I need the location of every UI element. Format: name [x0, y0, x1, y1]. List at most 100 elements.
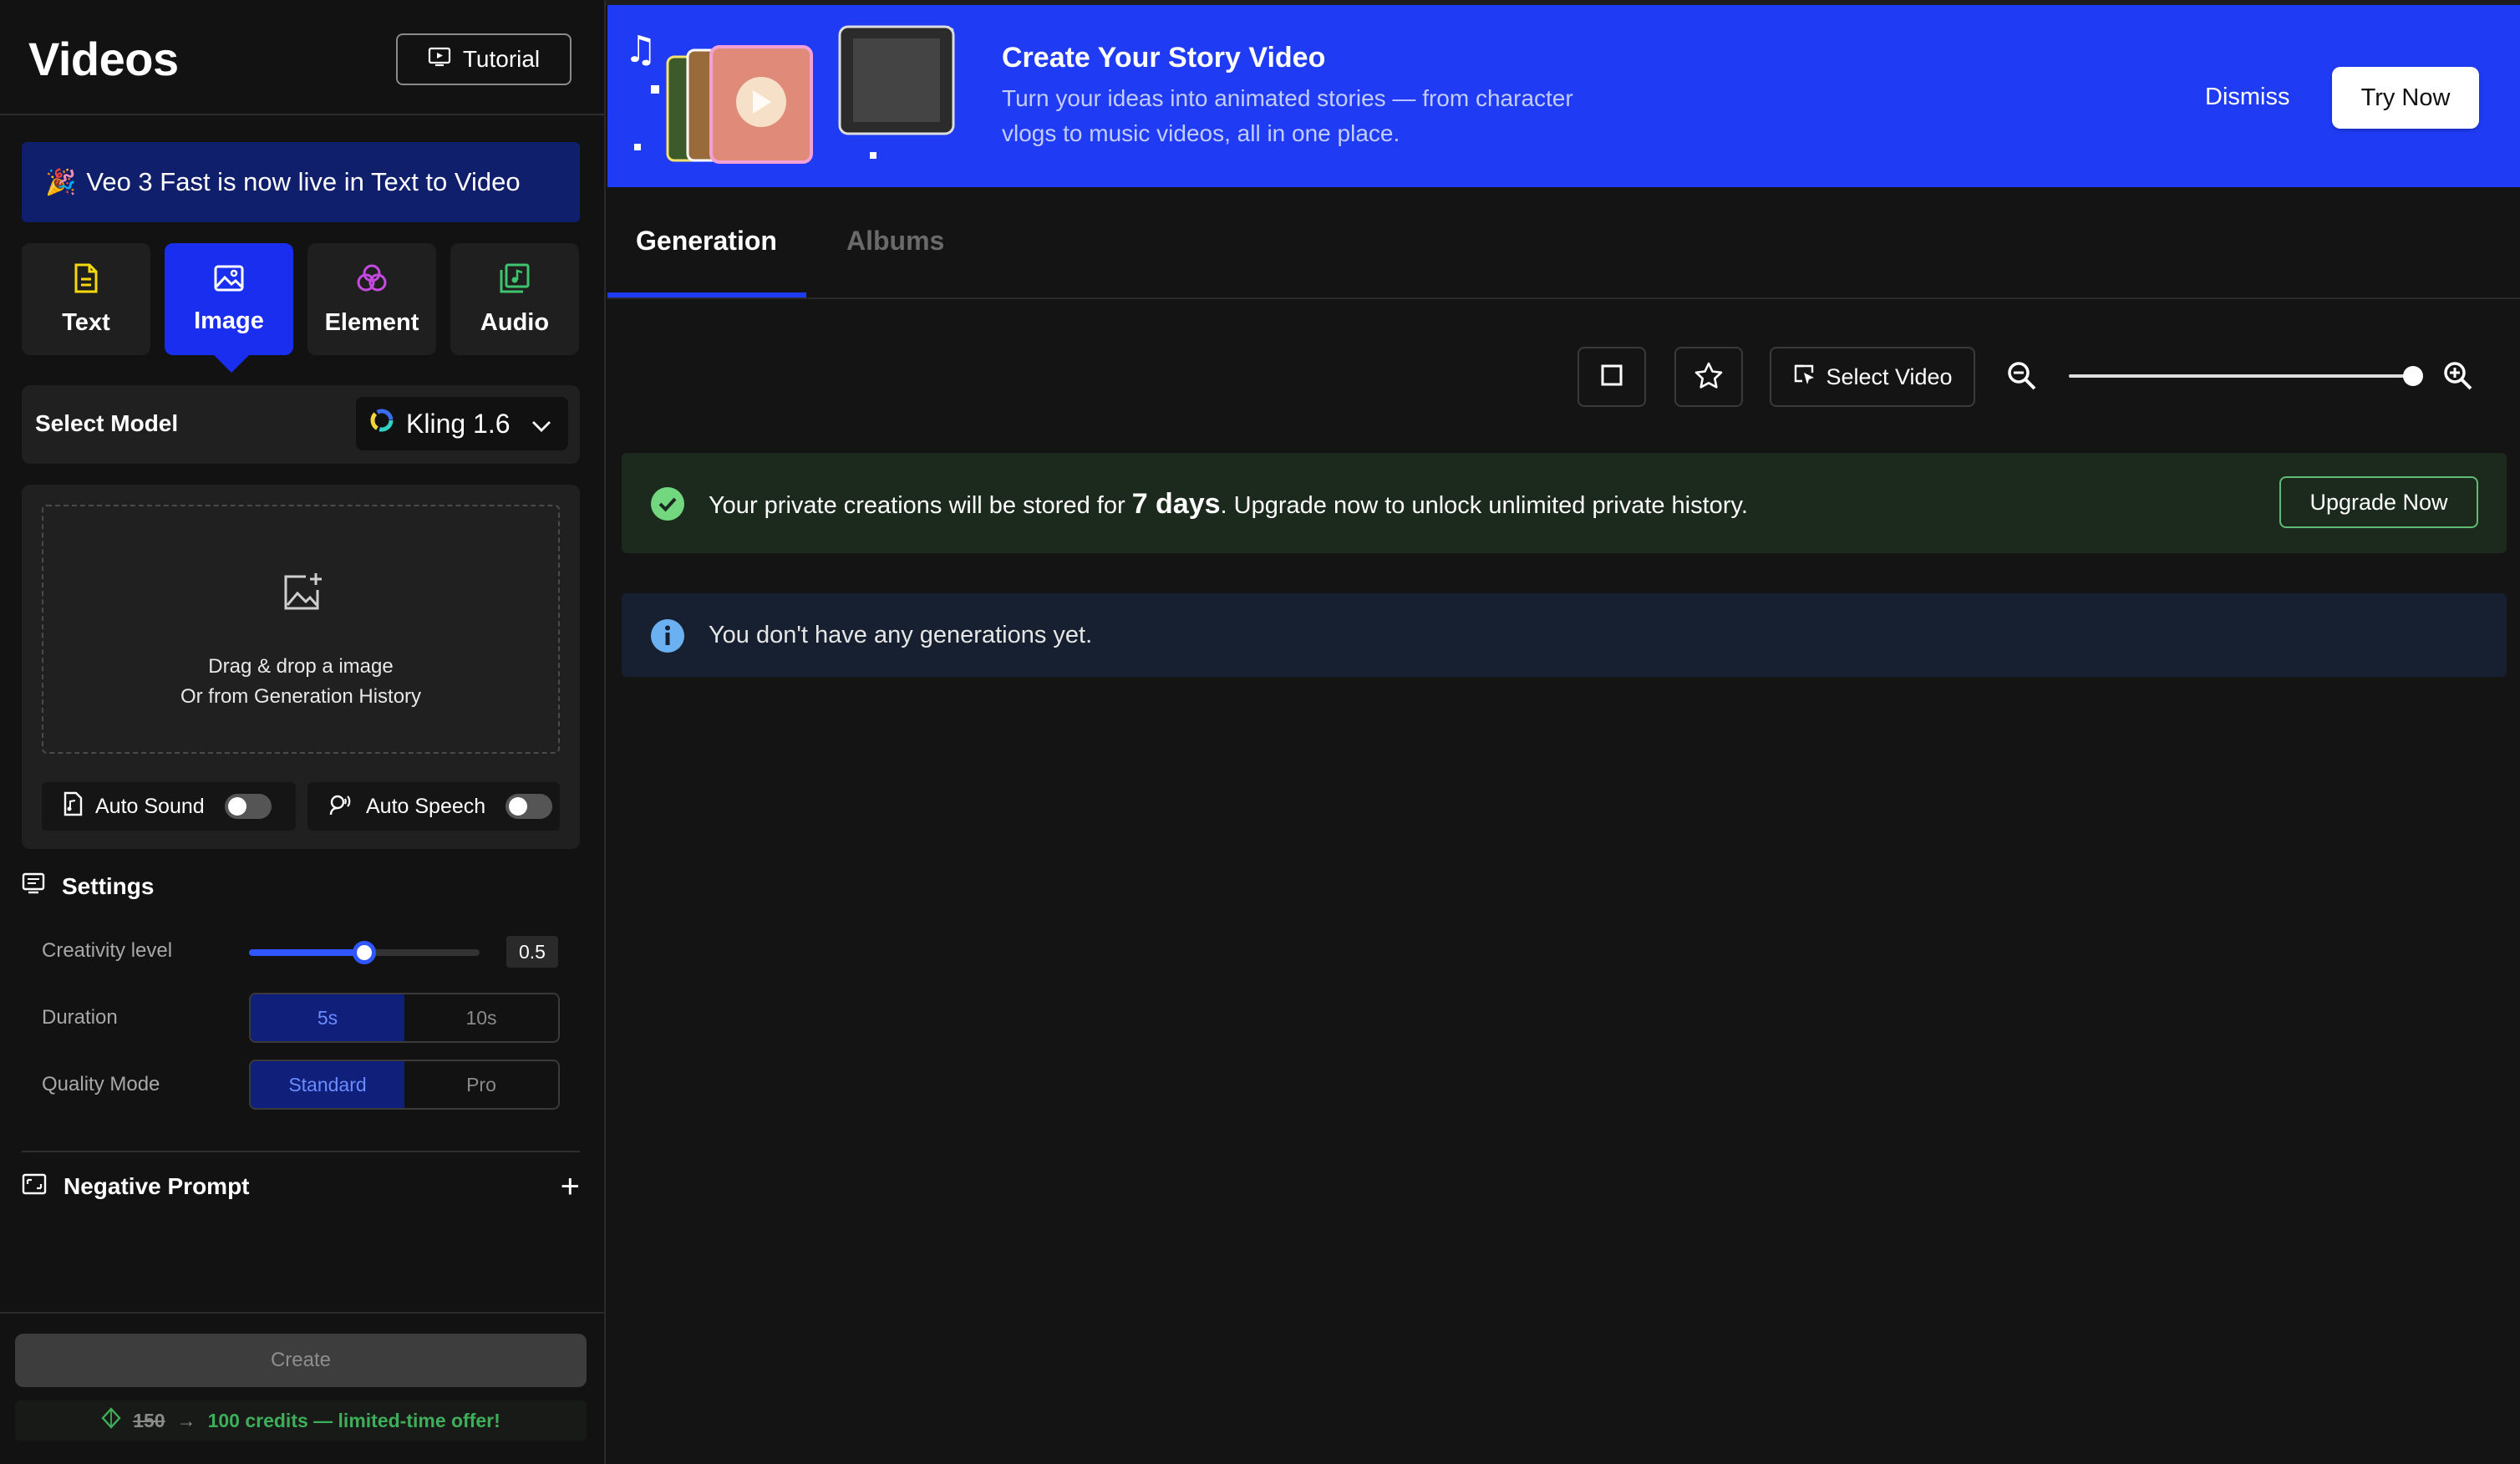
banner-title: Create Your Story Video: [1002, 42, 1326, 74]
star-icon: [1694, 361, 1724, 394]
creativity-label: Creativity level: [42, 939, 173, 962]
duration-label: Duration: [42, 1006, 118, 1029]
page-title: Videos: [28, 33, 179, 85]
storage-message-post: . Upgrade now to unlock unlimited privat…: [1220, 492, 1748, 519]
banner-subtitle-line2: vlogs to music videos, all in one place.: [1002, 120, 1400, 146]
image-upload-card: Drag & drop a image Or from Generation H…: [22, 485, 580, 849]
auto-speech-switch[interactable]: [506, 794, 553, 819]
content-tabs: Generation Albums: [607, 187, 2520, 299]
mode-label: Text: [62, 308, 110, 336]
play-screen-icon: [428, 46, 451, 73]
select-video-label: Select Video: [1826, 363, 1953, 389]
auto-sound-switch[interactable]: [224, 794, 272, 819]
banner-subtitle-line1: Turn your ideas into animated stories — …: [1002, 85, 1573, 111]
speech-icon: [328, 791, 354, 822]
quality-option-pro[interactable]: Pro: [404, 1061, 558, 1108]
empty-state-message: You don't have any generations yet.: [709, 622, 1093, 648]
zoom-in-icon[interactable]: [2441, 359, 2475, 397]
arrow-right-icon: →: [176, 1409, 196, 1431]
check-circle-icon: [650, 486, 685, 526]
mode-label: Image: [194, 307, 264, 334]
select-video-button[interactable]: Select Video: [1770, 347, 1975, 407]
sidebar: Videos Tutorial 🎉 Veo 3 Fast is now live…: [0, 0, 606, 1464]
active-mode-pointer: [213, 354, 250, 373]
quality-mode-label: Quality Mode: [42, 1073, 160, 1095]
quality-segmented: Standard Pro: [249, 1060, 560, 1110]
settings-icon: [22, 872, 45, 900]
storage-days: 7 days: [1131, 488, 1221, 520]
credits-offer: 150 → 100 credits — limited-time offer!: [15, 1400, 587, 1441]
image-dropzone[interactable]: Drag & drop a image Or from Generation H…: [42, 505, 560, 754]
negative-prompt-label: Negative Prompt: [64, 1173, 250, 1199]
storage-message: Your private creations will be stored fo…: [709, 488, 1748, 521]
auto-speech-label: Auto Speech: [366, 794, 486, 818]
select-cursor-icon: [1792, 363, 1816, 392]
quality-option-standard[interactable]: Standard: [251, 1061, 404, 1108]
mode-tabs: Text Image Element Audio: [22, 243, 580, 357]
mode-element-button[interactable]: Element: [307, 243, 436, 355]
image-icon: [213, 264, 245, 299]
add-image-icon: [281, 572, 324, 618]
tab-albums[interactable]: Albums: [846, 226, 944, 257]
tab-generation[interactable]: Generation: [636, 226, 777, 257]
party-popper-icon: 🎉: [45, 168, 77, 196]
footer-divider: [0, 1312, 604, 1314]
dropzone-line2: Or from Generation History: [180, 685, 422, 708]
zoom-slider-thumb[interactable]: [2403, 366, 2423, 386]
dismiss-button[interactable]: Dismiss: [2205, 84, 2290, 111]
announcement-banner[interactable]: 🎉 Veo 3 Fast is now live in Text to Vide…: [22, 142, 580, 222]
music-icon: [499, 262, 531, 301]
credit-gem-icon: [101, 1407, 121, 1434]
dropzone-line1: Drag & drop a image: [208, 655, 394, 678]
storage-notice: Your private creations will be stored fo…: [622, 453, 2507, 553]
kling-logo-icon: [369, 408, 394, 440]
try-now-button[interactable]: Try Now: [2332, 67, 2479, 129]
credits-old-price: 150: [133, 1409, 165, 1431]
zoom-slider[interactable]: [2069, 374, 2413, 378]
favorites-button[interactable]: [1674, 347, 1743, 407]
create-button[interactable]: Create: [15, 1334, 587, 1387]
auto-speech-toggle[interactable]: Auto Speech: [307, 782, 560, 831]
mode-text-button[interactable]: Text: [22, 243, 150, 355]
active-tab-indicator: [607, 292, 806, 297]
select-model-label: Select Model: [35, 410, 179, 436]
info-icon: [650, 618, 685, 658]
story-collage-illustration: ♫ ♪: [619, 13, 962, 180]
svg-text:♫: ♫: [624, 28, 657, 71]
square-icon: [1600, 363, 1623, 391]
creativity-slider-fill: [249, 949, 364, 956]
select-all-checkbox[interactable]: [1578, 347, 1646, 407]
mode-label: Audio: [480, 308, 550, 336]
zoom-out-icon[interactable]: [2005, 359, 2039, 397]
empty-state-notice: You don't have any generations yet.: [622, 593, 2507, 677]
sound-file-icon: [62, 791, 84, 822]
chevron-down-icon: [531, 409, 552, 440]
creativity-slider-thumb[interactable]: [353, 941, 376, 964]
plus-icon[interactable]: +: [561, 1170, 580, 1203]
negative-prompt-header[interactable]: Negative Prompt +: [22, 1167, 580, 1207]
creativity-slider[interactable]: [249, 941, 480, 964]
auto-sound-toggle[interactable]: Auto Sound: [42, 782, 296, 831]
model-selector-row: Select Model Kling 1.6: [22, 385, 580, 464]
story-video-banner: ♫ ♪ Create Your Story Video Turn your id…: [607, 5, 2520, 187]
auto-sound-label: Auto Sound: [95, 794, 205, 818]
tutorial-label: Tutorial: [462, 46, 541, 72]
model-value: Kling 1.6: [406, 408, 511, 439]
creativity-value: 0.5: [506, 936, 558, 968]
announcement-text: Veo 3 Fast is now live in Text to Video: [86, 167, 521, 196]
model-dropdown[interactable]: Kling 1.6: [356, 397, 568, 450]
upgrade-now-button[interactable]: Upgrade Now: [2279, 476, 2478, 528]
section-divider: [22, 1151, 580, 1152]
duration-segmented: 5s 10s: [249, 993, 560, 1043]
credits-offer-text: 100 credits — limited-time offer!: [207, 1409, 500, 1431]
tutorial-button[interactable]: Tutorial: [396, 33, 572, 85]
document-icon: [72, 262, 100, 301]
prompt-box-icon: [22, 1173, 47, 1201]
mode-audio-button[interactable]: Audio: [450, 243, 579, 355]
sidebar-header: Videos Tutorial: [0, 0, 604, 115]
duration-option-5s[interactable]: 5s: [251, 994, 404, 1041]
duration-option-10s[interactable]: 10s: [404, 994, 558, 1041]
settings-title: Settings: [62, 872, 155, 899]
mode-image-button[interactable]: Image: [165, 243, 293, 355]
storage-message-pre: Your private creations will be stored fo…: [709, 492, 1132, 519]
